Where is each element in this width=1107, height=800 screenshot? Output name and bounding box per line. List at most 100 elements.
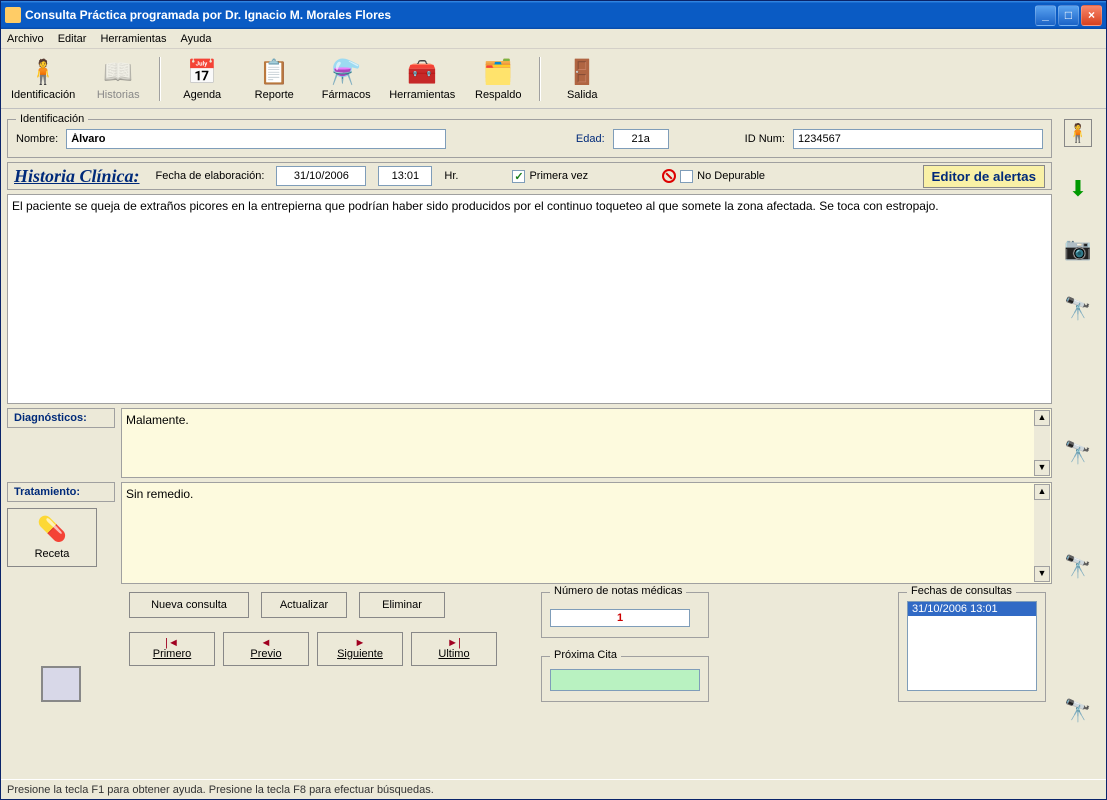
- book-icon: 📖: [102, 57, 134, 89]
- no-depurable-checkbox[interactable]: No Depurable: [680, 170, 765, 183]
- fechas-item-selected[interactable]: 31/10/2006 13:01: [908, 602, 1036, 616]
- tools-icon: 🧰: [406, 57, 438, 89]
- fechas-legend: Fechas de consultas: [907, 585, 1016, 597]
- download-button[interactable]: ⬇: [1060, 171, 1096, 207]
- identificacion-box: Identificación Nombre: Edad: ID Num:: [7, 113, 1052, 158]
- menu-ayuda[interactable]: Ayuda: [180, 33, 211, 45]
- previo-button[interactable]: ◄Previo: [223, 632, 309, 666]
- editor-alertas-button[interactable]: Editor de alertas: [923, 165, 1045, 188]
- mortar-icon: ⚗️: [330, 57, 362, 89]
- minimize-button[interactable]: _: [1035, 5, 1056, 26]
- toolbar: 🧍 Identificación 📖 Historias 📅 Agenda 📋 …: [1, 49, 1106, 109]
- toolbar-farmacos[interactable]: ⚗️ Fármacos: [311, 51, 381, 107]
- toolbar-separator: [159, 57, 161, 101]
- scroll-down-icon[interactable]: ▼: [1034, 566, 1050, 582]
- historia-title: Historia Clínica:: [14, 166, 144, 187]
- cita-box: Próxima Cita: [541, 656, 709, 702]
- binoculars-icon: 🔭: [1064, 698, 1091, 724]
- toolbar-agenda[interactable]: 📅 Agenda: [167, 51, 237, 107]
- titlebar: Consulta Práctica programada por Dr. Ign…: [1, 1, 1106, 29]
- tratamiento-section: Tratamiento: 💊 Receta ▲▼: [7, 482, 1052, 584]
- historia-header: Historia Clínica: Fecha de elaboración: …: [7, 162, 1052, 190]
- status-text: Presione la tecla F1 para obtener ayuda.…: [7, 784, 434, 796]
- siguiente-button[interactable]: ►Siguiente: [317, 632, 403, 666]
- tratamiento-textarea[interactable]: [121, 482, 1052, 584]
- scrollbar[interactable]: ▲▼: [1034, 484, 1050, 582]
- calendar-icon: 📅: [186, 57, 218, 89]
- receta-button[interactable]: 💊 Receta: [7, 508, 97, 567]
- nombre-label: Nombre:: [16, 133, 58, 145]
- no-depurable-group: No Depurable: [662, 169, 765, 183]
- primera-vez-checkbox[interactable]: ✓ Primera vez: [512, 170, 588, 183]
- prohibit-icon: [662, 169, 676, 183]
- menu-herramientas[interactable]: Herramientas: [100, 33, 166, 45]
- binoculars-icon: 🔭: [1064, 554, 1091, 580]
- app-window: Consulta Práctica programada por Dr. Ign…: [0, 0, 1107, 800]
- fechas-list[interactable]: 31/10/2006 13:01: [907, 601, 1037, 691]
- nueva-consulta-button[interactable]: Nueva consulta: [129, 592, 249, 618]
- edad-input[interactable]: [613, 129, 669, 149]
- toolbar-reporte[interactable]: 📋 Reporte: [239, 51, 309, 107]
- nombre-input[interactable]: [66, 129, 446, 149]
- window-title: Consulta Práctica programada por Dr. Ign…: [25, 8, 1035, 22]
- close-button[interactable]: ×: [1081, 5, 1102, 26]
- pill-bottle-icon: 💊: [37, 515, 67, 544]
- binoculars-button-2[interactable]: 🔭: [1060, 435, 1096, 471]
- camera-button[interactable]: 📷: [1060, 231, 1096, 267]
- checkbox-unchecked-icon: [680, 170, 693, 183]
- menu-editar[interactable]: Editar: [58, 33, 87, 45]
- diagnosticos-section: Diagnósticos: ▲▼: [7, 408, 1052, 478]
- toolbar-salida[interactable]: 🚪 Salida: [547, 51, 617, 107]
- toolbar-identificacion[interactable]: 🧍 Identificación: [5, 51, 81, 107]
- eliminar-button[interactable]: Eliminar: [359, 592, 445, 618]
- binoculars-button-3[interactable]: 🔭: [1060, 549, 1096, 585]
- last-icon: ►|: [447, 638, 461, 648]
- scroll-up-icon[interactable]: ▲: [1034, 484, 1050, 500]
- person-standing-icon: 🧍: [1067, 123, 1089, 144]
- menubar: Archivo Editar Herramientas Ayuda: [1, 29, 1106, 49]
- scroll-up-icon[interactable]: ▲: [1034, 410, 1050, 426]
- prev-icon: ◄: [261, 638, 272, 648]
- patient-button[interactable]: 🧍: [1064, 119, 1092, 147]
- id-label: ID Num:: [745, 133, 785, 145]
- clipboard-icon: 📋: [258, 57, 290, 89]
- statusbar: Presione la tecla F1 para obtener ayuda.…: [1, 779, 1106, 799]
- historia-textarea[interactable]: [7, 194, 1052, 404]
- toolbar-respaldo[interactable]: 🗂️ Respaldo: [463, 51, 533, 107]
- side-column: 🧍 ⬇ 📷 🔭 🔭 🔭 🔭: [1056, 113, 1100, 779]
- toolbar-separator: [539, 57, 541, 101]
- binoculars-button-1[interactable]: 🔭: [1060, 291, 1096, 327]
- actualizar-button[interactable]: Actualizar: [261, 592, 347, 618]
- maximize-button[interactable]: □: [1058, 5, 1079, 26]
- notas-legend: Número de notas médicas: [550, 585, 686, 597]
- camera-icon: 📷: [1064, 236, 1091, 262]
- toolbar-herramientas[interactable]: 🧰 Herramientas: [383, 51, 461, 107]
- client-area: Identificación Nombre: Edad: ID Num: His…: [1, 109, 1106, 779]
- checkbox-checked-icon: ✓: [512, 170, 525, 183]
- binoculars-button-4[interactable]: 🔭: [1060, 693, 1096, 729]
- ultimo-button[interactable]: ►|Ultimo: [411, 632, 497, 666]
- tratamiento-label: Tratamiento:: [7, 482, 115, 502]
- hora-input[interactable]: [378, 166, 432, 186]
- notas-box: Número de notas médicas 1: [541, 592, 709, 638]
- id-input[interactable]: [793, 129, 1043, 149]
- window-controls: _ □ ×: [1035, 5, 1102, 26]
- fechas-box: Fechas de consultas 31/10/2006 13:01: [898, 592, 1046, 702]
- fecha-label: Fecha de elaboración:: [156, 170, 265, 182]
- primero-button[interactable]: |◄Primero: [129, 632, 215, 666]
- menu-archivo[interactable]: Archivo: [7, 33, 44, 45]
- binoculars-icon: 🔭: [1064, 440, 1091, 466]
- person-icon: 🧍: [27, 57, 59, 89]
- hora-suffix: Hr.: [444, 170, 458, 182]
- scrollbar[interactable]: ▲▼: [1034, 410, 1050, 476]
- toolbar-historias: 📖 Historias: [83, 51, 153, 107]
- cita-legend: Próxima Cita: [550, 649, 621, 661]
- diagnosticos-textarea[interactable]: [121, 408, 1052, 478]
- fecha-input[interactable]: [276, 166, 366, 186]
- bottom-area: Nueva consulta Actualizar Eliminar |◄Pri…: [7, 588, 1052, 708]
- monitor-button[interactable]: [41, 666, 81, 702]
- cita-input[interactable]: [550, 669, 700, 691]
- diagnosticos-label: Diagnósticos:: [7, 408, 115, 428]
- identificacion-legend: Identificación: [16, 113, 88, 125]
- scroll-down-icon[interactable]: ▼: [1034, 460, 1050, 476]
